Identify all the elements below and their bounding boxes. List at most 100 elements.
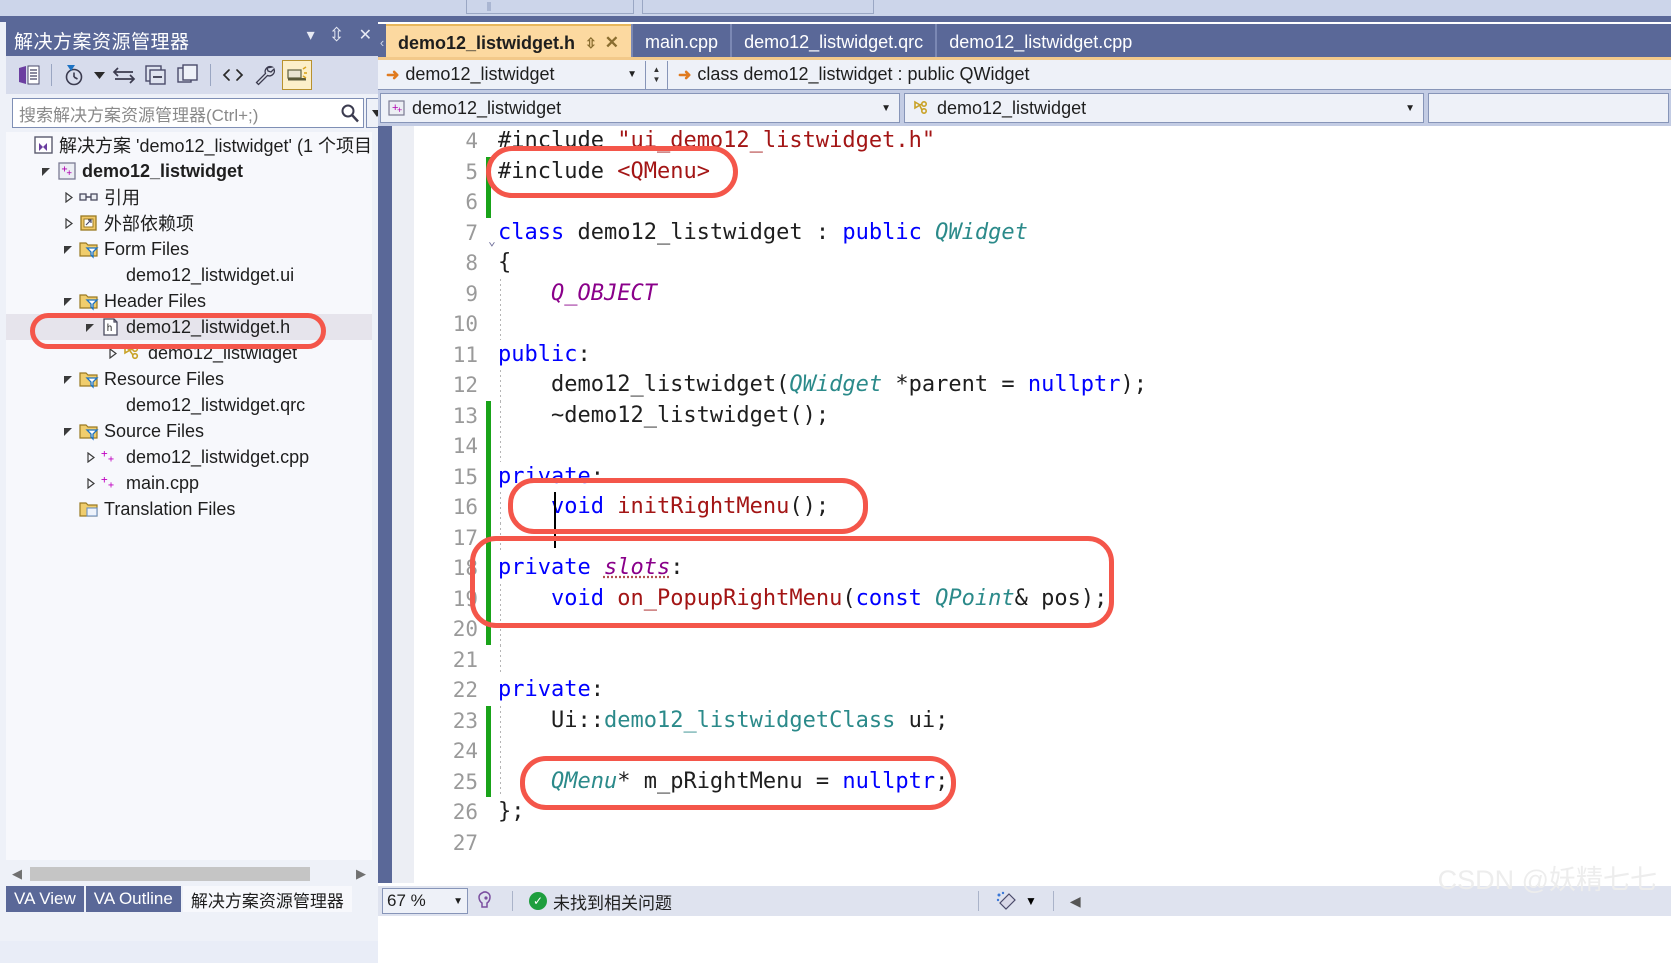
code-line-5[interactable]: 5 #include <QMenu> — [378, 156, 1671, 187]
search-input[interactable]: 搜索解决方案资源管理器(Ctrl+;) — [13, 101, 337, 126]
left-pane-tab-2[interactable]: 解决方案资源管理器 — [182, 886, 352, 912]
scroll-left-icon[interactable]: ◀ — [6, 866, 28, 882]
expander-collapsed-icon[interactable] — [82, 477, 98, 489]
expander-expanded-icon[interactable] — [38, 166, 54, 177]
code-line-7[interactable]: 7 ⌄ class demo12_listwidget : public QWidg… — [378, 218, 1671, 249]
expander-collapsed-icon[interactable] — [60, 191, 76, 203]
tree-item-13[interactable]: + + main.cpp — [6, 470, 372, 496]
code-line-17[interactable]: 17 — [378, 522, 1671, 553]
scroll-thumb[interactable] — [30, 867, 310, 881]
code-line-21[interactable]: 21 — [378, 644, 1671, 675]
tree-item-14[interactable]: Translation Files — [6, 496, 372, 522]
code-line-14[interactable]: 14 — [378, 431, 1671, 462]
code-line-20[interactable]: 20 — [378, 614, 1671, 645]
code-cleanup-icon[interactable]: ▼ — [989, 887, 1043, 915]
tree-item-6[interactable]: Header Files — [6, 288, 372, 314]
tree-item-9[interactable]: Resource Files — [6, 366, 372, 392]
code-line-4[interactable]: 4 #include "ui_demo12_listwidget.h" — [378, 126, 1671, 157]
code-line-25[interactable]: 25 QMenu* m_pRightMenu = nullptr; — [378, 766, 1671, 797]
search-box[interactable]: 搜索解决方案资源管理器(Ctrl+;) — [12, 98, 364, 128]
properties-icon[interactable] — [250, 60, 280, 90]
left-pane-tab-1[interactable]: VA Outline — [85, 886, 181, 912]
intellisense-icon[interactable] — [468, 887, 502, 915]
scroll-left-arrow[interactable]: ◀ — [1064, 887, 1087, 915]
expander-collapsed-icon[interactable] — [82, 451, 98, 463]
left-pane-tabs[interactable]: VA View VA Outline 解决方案资源管理器 — [6, 886, 378, 912]
tree-item-0[interactable]: 解决方案 'demo12_listwidget' (1 个项目 — [6, 132, 372, 158]
nav-scope-selector[interactable]: ➜ demo12_listwidget ▼ — [378, 60, 646, 89]
expander-expanded-icon[interactable] — [60, 244, 76, 255]
code-line-23[interactable]: 23 Ui::demo12_listwidgetClass ui; — [378, 705, 1671, 736]
tree-item-5[interactable]: demo12_listwidget.ui — [6, 262, 372, 288]
tree-item-8[interactable]: demo12_listwidget — [6, 340, 372, 366]
solution-tree[interactable]: 解决方案 'demo12_listwidget' (1 个项目 + + demo12_… — [6, 132, 372, 860]
spinner-down-icon[interactable]: ▼ — [653, 75, 661, 85]
pin-icon[interactable]: ⇳ — [329, 26, 345, 46]
editor-tab-2[interactable]: demo12_listwidget.qrc — [732, 24, 935, 60]
member-dropdown[interactable] — [1428, 93, 1669, 123]
tree-horizontal-scrollbar[interactable]: ◀ ▶ — [6, 862, 372, 886]
search-icon[interactable] — [337, 103, 363, 123]
zoom-selector[interactable]: 67 % ▼ — [382, 888, 468, 914]
toolbar-combo-2[interactable] — [642, 0, 874, 14]
code-line-19[interactable]: 19 void on_PopupRightMenu(const QPoint& … — [378, 583, 1671, 614]
editor-tab-0[interactable]: demo12_listwidget.h ⇳ ✕ — [386, 24, 632, 60]
chevron-down-icon[interactable]: ▼ — [1025, 894, 1037, 908]
code-line-24[interactable]: 24 — [378, 736, 1671, 767]
close-icon[interactable]: ✕ — [605, 33, 619, 53]
chevron-down-icon[interactable]: ▼ — [881, 103, 891, 114]
pending-changes-icon[interactable] — [59, 60, 89, 90]
dropdown-icon[interactable]: ▾ — [307, 26, 315, 46]
expander-expanded-icon[interactable] — [82, 322, 98, 333]
close-icon[interactable]: ✕ — [359, 26, 372, 46]
tree-item-12[interactable]: + + demo12_listwidget.cpp — [6, 444, 372, 470]
code-line-16[interactable]: 16 void initRightMenu(); — [378, 492, 1671, 523]
code-view-icon[interactable] — [218, 60, 248, 90]
tree-item-10[interactable]: demo12_listwidget.qrc — [6, 392, 372, 418]
collapse-all-icon[interactable] — [141, 60, 171, 90]
tree-item-2[interactable]: 引用 — [6, 184, 372, 210]
code-line-26[interactable]: 26}; — [378, 797, 1671, 828]
expander-expanded-icon[interactable] — [60, 374, 76, 385]
pin-icon[interactable]: ⇳ — [585, 35, 597, 52]
code-line-27[interactable]: 27 — [378, 828, 1671, 859]
code-line-6[interactable]: 6 — [378, 187, 1671, 218]
designer-icon[interactable] — [282, 60, 312, 90]
spinner-up-icon[interactable]: ▲ — [653, 65, 661, 75]
class-dropdown[interactable]: demo12_listwidget ▼ — [904, 93, 1424, 123]
tree-item-11[interactable]: Source Files — [6, 418, 372, 444]
code-line-12[interactable]: 12 demo12_listwidget(QWidget *parent = n… — [378, 370, 1671, 401]
show-all-files-icon[interactable] — [173, 60, 203, 90]
expander-collapsed-icon[interactable] — [60, 217, 76, 229]
code-line-9[interactable]: 9 Q_OBJECT — [378, 278, 1671, 309]
tree-item-3[interactable]: 外部依赖项 — [6, 210, 372, 236]
scroll-right-icon[interactable]: ▶ — [350, 866, 372, 882]
editor-tab-1[interactable]: main.cpp — [633, 24, 730, 60]
code-line-11[interactable]: 11 public: — [378, 340, 1671, 371]
chevron-down-icon[interactable]: ▼ — [1405, 103, 1415, 114]
code-line-18[interactable]: 18 private slots: — [378, 553, 1671, 584]
sync-icon[interactable] — [109, 60, 139, 90]
code-line-22[interactable]: 22 private: — [378, 675, 1671, 706]
project-dropdown[interactable]: + + demo12_listwidget ▼ — [380, 93, 900, 123]
chevron-down-icon[interactable] — [91, 60, 107, 90]
left-pane-tab-0[interactable]: VA View — [6, 886, 84, 912]
code-editor[interactable]: 4 #include "ui_demo12_listwidget.h" 5 #incl… — [378, 126, 1671, 883]
toolbar-combo-1[interactable] — [466, 0, 634, 14]
expander-expanded-icon[interactable] — [60, 426, 76, 437]
scroll-track[interactable] — [28, 867, 350, 881]
tree-item-7[interactable]: h demo12_listwidget.h — [6, 314, 372, 340]
code-line-8[interactable]: 8{ — [378, 248, 1671, 279]
expander-expanded-icon[interactable] — [60, 296, 76, 307]
code-line-13[interactable]: 13 ~demo12_listwidget(); — [378, 400, 1671, 431]
chevron-down-icon[interactable]: ▼ — [627, 69, 637, 80]
tab-overflow-left-icon[interactable]: ‹ — [378, 24, 386, 60]
code-line-15[interactable]: 15 private: — [378, 461, 1671, 492]
home-icon[interactable] — [14, 60, 44, 90]
nav-spinner[interactable]: ▲ ▼ — [646, 60, 668, 89]
expander-collapsed-icon[interactable] — [104, 347, 120, 359]
tree-item-1[interactable]: + + demo12_listwidget — [6, 158, 372, 184]
editor-tab-3[interactable]: demo12_listwidget.cpp — [937, 24, 1144, 60]
code-line-10[interactable]: 10 — [378, 309, 1671, 340]
chevron-down-icon[interactable]: ▼ — [453, 896, 463, 907]
